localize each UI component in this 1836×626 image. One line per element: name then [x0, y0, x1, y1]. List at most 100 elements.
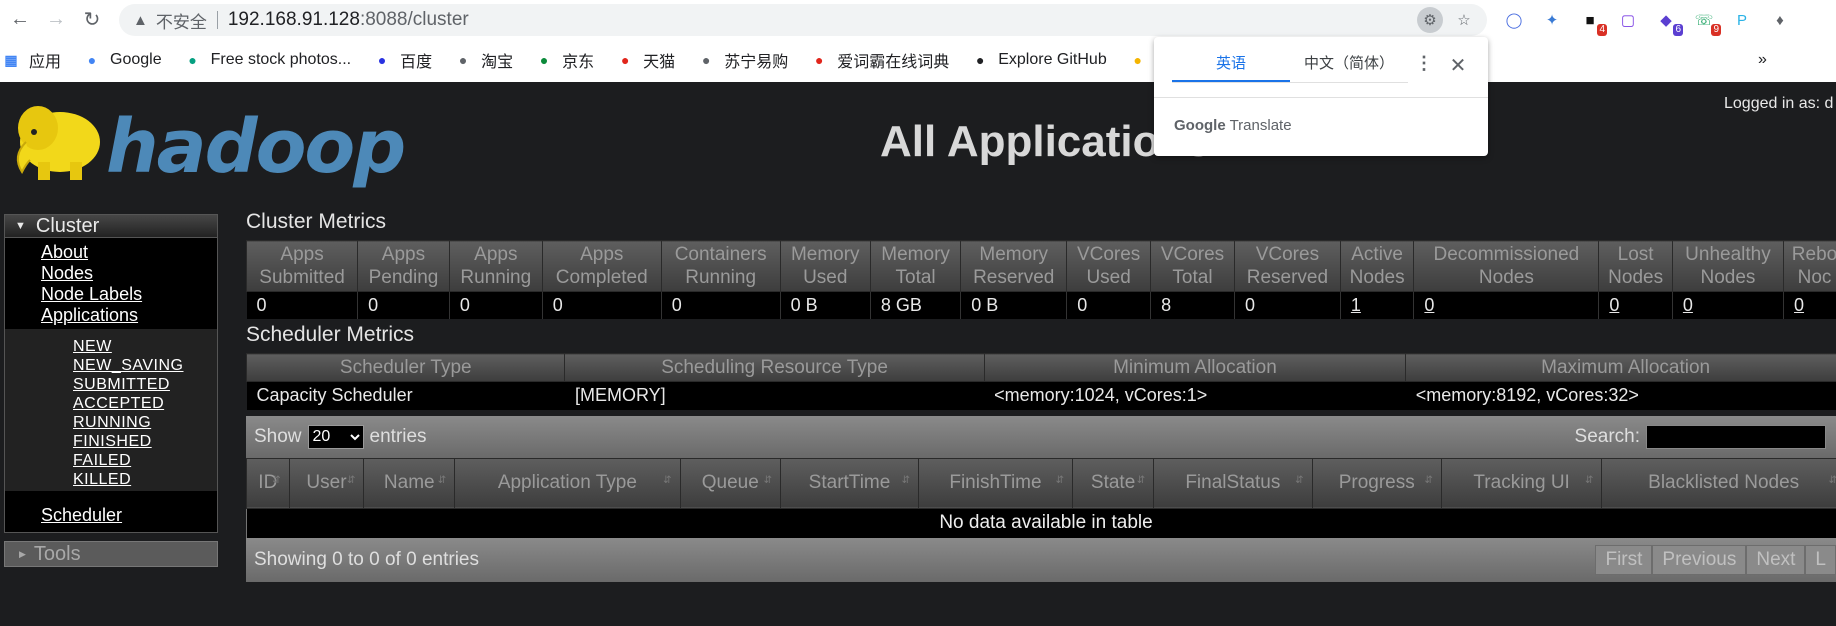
page-size-select[interactable]: 20 — [307, 424, 364, 449]
reload-icon[interactable]: ↻ — [76, 4, 108, 36]
metrics-column-header: VCores Total — [1150, 240, 1235, 292]
pagination-button[interactable]: L — [1805, 545, 1836, 575]
bookmark-label: 百度 — [400, 54, 433, 71]
metric-link[interactable]: 0 — [1783, 291, 1836, 319]
more-options-icon[interactable]: ⋮ — [1412, 53, 1436, 77]
sortable-column-header[interactable]: Tracking UI ⇵ — [1440, 457, 1603, 509]
bookmark-item[interactable]: ● 百度 — [373, 48, 432, 72]
square-icon[interactable]: ▢ — [1614, 6, 1642, 34]
sidebar-link-applications[interactable]: Applications — [41, 305, 217, 326]
back-arrow-icon[interactable]: ← — [4, 4, 36, 36]
sortable-column-header[interactable]: FinalStatus ⇵ — [1153, 457, 1313, 509]
search-input[interactable] — [1646, 424, 1826, 449]
header-line: Completed — [555, 267, 648, 288]
metric-value: 8 — [1150, 291, 1235, 319]
empty-message: No data available in table — [246, 508, 1836, 538]
bookmark-favicon-icon: ● — [539, 52, 549, 68]
header-line: Memory — [881, 244, 950, 265]
state-link-killed[interactable]: KILLED — [73, 470, 217, 489]
sortable-column-header[interactable]: Progress ⇵ — [1311, 457, 1442, 509]
bookmark-item[interactable]: ● 苏宁易购 — [697, 48, 788, 72]
translate-icon[interactable]: ⚙ — [1417, 7, 1443, 33]
warning-icon[interactable]: ▲ — [133, 12, 148, 29]
bird-icon[interactable]: ✦ — [1538, 6, 1566, 34]
bookmark-item[interactable]: ● 京东 — [535, 48, 594, 72]
bookmark-item[interactable]: ● 淘宝 — [454, 48, 513, 72]
address-bar[interactable]: ▲ 不安全 192.168.91.128 :8088/cluster ⚙ ☆ — [119, 4, 1487, 36]
sortable-column-header[interactable]: Application Type ⇵ — [454, 457, 681, 509]
ring-icon[interactable]: ◯ — [1500, 6, 1528, 34]
bookmark-item[interactable]: ● Explore GitHub — [971, 51, 1107, 69]
metrics-column-header: VCores Reserved — [1233, 240, 1341, 292]
cluster-label: Cluster — [35, 214, 100, 237]
metric-link[interactable]: 0 — [1413, 291, 1600, 319]
star-icon[interactable]: ☆ — [1451, 7, 1477, 33]
browser-toolbar: ← → ↻ ▲ 不安全 192.168.91.128 :8088/cluster… — [0, 0, 1836, 39]
metrics-column-header: Unhealthy Nodes — [1671, 240, 1785, 292]
pagination-button[interactable]: First — [1595, 545, 1653, 575]
sidebar-link-about[interactable]: About — [41, 242, 217, 263]
tab-source-language[interactable]: 英语 — [1172, 51, 1290, 82]
sortable-column-header[interactable]: StartTime ⇵ — [780, 457, 919, 509]
google-translate-brand: Google Translate — [1174, 117, 1292, 134]
state-link-new-saving[interactable]: NEW_SAVING — [73, 356, 217, 375]
bookmarks-more-button[interactable]: » — [1758, 51, 1767, 69]
hadoop-logo[interactable]: hadoop — [8, 94, 406, 190]
header-line: Submitted — [259, 267, 345, 288]
url-host[interactable]: 192.168.91.128 — [228, 9, 360, 31]
brand-translate: Translate — [1229, 117, 1292, 134]
bookmark-item[interactable]: ▦ 应用 — [2, 48, 61, 72]
pagination-button[interactable]: Previous — [1652, 545, 1747, 575]
sidebar-link-scheduler[interactable]: Scheduler — [41, 505, 217, 526]
sort-arrows-icon: ⇵ — [1295, 474, 1304, 486]
sidebar-link-node-labels[interactable]: Node Labels — [41, 284, 217, 305]
forward-arrow-icon[interactable]: → — [40, 4, 72, 36]
bookmark-item[interactable]: ● 爱词霸在线词典 — [810, 48, 949, 72]
header-line: Nodes — [1478, 267, 1534, 288]
sortable-column-header[interactable]: ID ⇵ — [246, 457, 290, 509]
state-link-accepted[interactable]: ACCEPTED — [73, 394, 217, 413]
metric-link[interactable]: 0 — [1672, 291, 1785, 319]
metrics-column-header: Lost Nodes — [1598, 240, 1673, 292]
bookmark-item[interactable]: ● Free stock photos... — [184, 51, 352, 69]
header-line: Running — [460, 267, 532, 288]
hadoop-page: hadoop All Applications Logged in as: d … — [0, 82, 1836, 626]
url-path[interactable]: :8088/cluster — [360, 9, 469, 31]
tools-section-header[interactable]: ▶ Tools — [4, 541, 218, 567]
cluster-section-header[interactable]: ▼ Cluster — [4, 214, 218, 238]
metric-link[interactable]: 0 — [1598, 291, 1673, 319]
sort-arrows-icon: ⇵ — [437, 474, 447, 486]
bookmark-item[interactable]: ● 天猫 — [616, 48, 675, 72]
phone-icon[interactable]: ☏ 9 — [1690, 6, 1721, 36]
close-icon[interactable]: ✕ — [1446, 53, 1470, 77]
bookmark-item[interactable]: ● Google — [83, 51, 162, 69]
scheduler-column-header: Scheduler Type — [245, 353, 566, 382]
sortable-column-header[interactable]: FinishTime ⇵ — [917, 457, 1073, 509]
divider — [216, 11, 218, 29]
scheduler-value: Capacity Scheduler — [246, 381, 565, 410]
table-row: No data available in table — [246, 508, 1836, 538]
state-link-finished[interactable]: FINISHED — [73, 432, 217, 451]
sortable-column-header[interactable]: User ⇵ — [288, 457, 365, 509]
sortable-column-header[interactable]: State ⇵ — [1071, 457, 1155, 509]
sortable-column-header[interactable]: Name ⇵ — [363, 457, 456, 509]
pagination-button[interactable]: Next — [1746, 545, 1806, 575]
insecure-label[interactable]: 不安全 — [156, 8, 207, 33]
sortable-column-header[interactable]: Blacklisted Nodes ⇵ — [1601, 457, 1836, 509]
state-link-submitted[interactable]: SUBMITTED — [73, 375, 217, 394]
p-icon[interactable]: P — [1728, 6, 1756, 34]
robot-icon[interactable]: ■ 4 — [1576, 6, 1607, 36]
bookmark-label: 苏宁易购 — [724, 54, 789, 71]
state-link-running[interactable]: RUNNING — [73, 413, 217, 432]
state-link-failed[interactable]: FAILED — [73, 451, 217, 470]
sort-arrows-icon: ⇵ — [346, 474, 356, 486]
sortable-column-header[interactable]: Queue ⇵ — [679, 457, 782, 509]
metric-link[interactable]: 1 — [1340, 291, 1415, 319]
puzzle-icon[interactable]: ♦ — [1766, 6, 1794, 34]
bookmark-label: Free stock photos... — [210, 51, 352, 68]
sort-arrows-icon: ⇵ — [1584, 474, 1594, 486]
tab-target-language[interactable]: 中文（简体） — [1290, 51, 1408, 82]
state-link-new[interactable]: NEW — [73, 337, 217, 356]
sidebar-link-nodes[interactable]: Nodes — [41, 263, 217, 284]
stack-icon[interactable]: ◆ 6 — [1652, 6, 1683, 36]
